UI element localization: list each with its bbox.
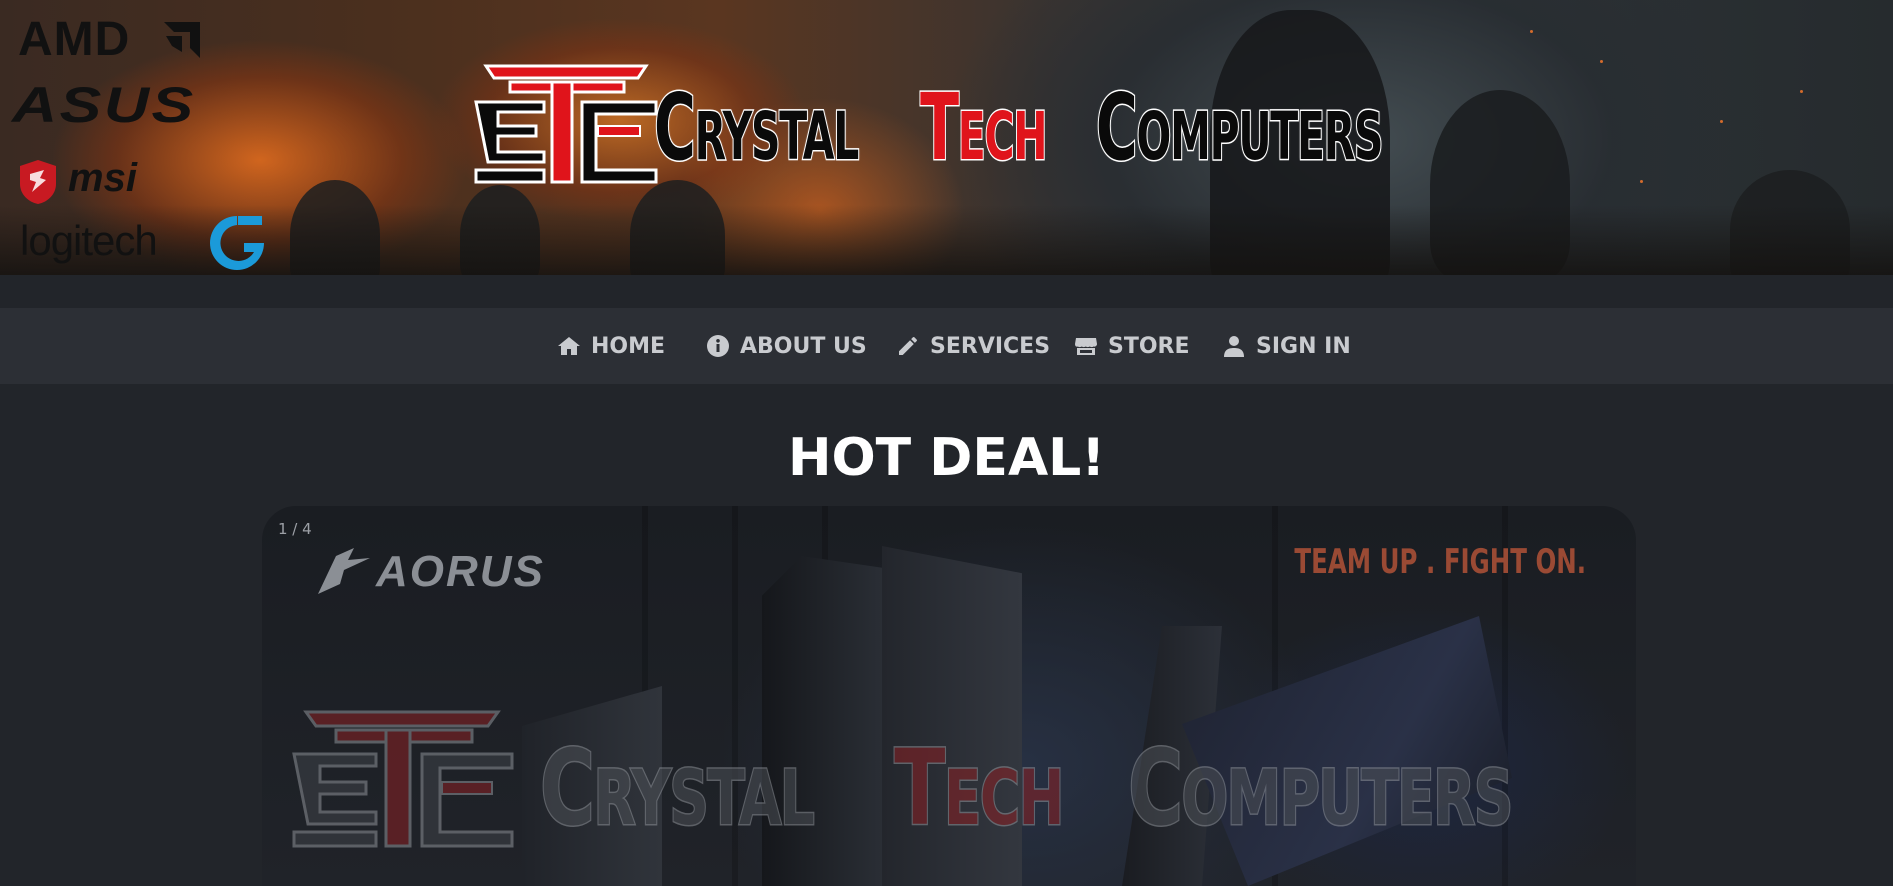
slide-counter: 1 / 4	[278, 520, 312, 538]
title-word-computers: COMPUTERS	[1095, 74, 1384, 181]
ember	[1640, 180, 1643, 183]
nav-about-us[interactable]: ABOUT US	[706, 308, 867, 384]
title-word-tech: TECH	[919, 74, 1048, 181]
nav-sign-in[interactable]: SIGN IN	[1222, 308, 1351, 384]
title-cap: C	[539, 727, 596, 849]
title-rest: ECH	[943, 753, 1066, 842]
banner-nav-spacer	[0, 275, 1893, 308]
ember	[1720, 120, 1723, 123]
info-icon	[707, 335, 729, 357]
banner-shade	[0, 205, 1893, 275]
logitech-g-icon	[210, 216, 264, 270]
ember	[1800, 90, 1803, 93]
user-icon	[1224, 336, 1244, 357]
ember	[1530, 30, 1533, 33]
carousel-title: CRYSTAL TECH COMPUTERS	[539, 735, 1515, 842]
slide-tagline: TEAM UP . FIGHT ON.	[1294, 542, 1586, 582]
header-banner: AMD ASUS msi logitech CRYSTAL TECH COMPU…	[0, 0, 1893, 275]
amd-arrow-icon	[164, 22, 200, 58]
home-icon	[558, 337, 580, 355]
asus-logo: ASUS	[12, 77, 196, 133]
ctc-emblem-icon	[292, 710, 514, 848]
nav-label: SERVICES	[930, 333, 1051, 359]
logitech-logo: logitech	[20, 217, 158, 264]
nav-home[interactable]: HOME	[557, 308, 665, 384]
nav-label: STORE	[1108, 333, 1190, 359]
hot-deal-carousel[interactable]: 1 / 4 AORUS TEAM UP . FIGHT ON. CRYSTAL …	[262, 506, 1636, 886]
ctc-emblem-icon	[474, 64, 658, 184]
msi-wordmark: msi	[68, 156, 137, 200]
nav-label: HOME	[591, 333, 666, 359]
title-word-crystal: CRYSTAL	[653, 74, 860, 181]
carousel-watermark-logo: CRYSTAL TECH COMPUTERS	[292, 706, 1612, 856]
nav-label: ABOUT US	[740, 333, 867, 359]
ember	[1600, 60, 1603, 63]
title-rest: OMPUTERS	[1181, 753, 1515, 842]
aorus-eagle-icon	[318, 548, 370, 594]
store-icon	[1075, 338, 1097, 355]
msi-dragon-icon	[20, 160, 56, 204]
site-title: CRYSTAL TECH COMPUTERS	[653, 80, 1384, 175]
nav-services[interactable]: SERVICES	[896, 308, 1050, 384]
nav-store[interactable]: STORE	[1074, 308, 1190, 384]
title-cap: T	[893, 727, 946, 849]
title-cap: C	[1127, 727, 1184, 849]
pencil-icon	[899, 337, 917, 355]
amd-logo: AMD	[18, 13, 131, 66]
site-logo[interactable]: CRYSTAL TECH COMPUTERS	[474, 60, 1424, 195]
nav-label: SIGN IN	[1256, 333, 1351, 359]
aorus-wordmark: AORUS	[376, 547, 545, 596]
hot-deal-heading: HOT DEAL!	[787, 428, 1106, 488]
title-rest: RYSTAL	[592, 753, 815, 842]
main-nav: HOME ABOUT US SERVICES STORE SIGN IN	[0, 308, 1893, 384]
